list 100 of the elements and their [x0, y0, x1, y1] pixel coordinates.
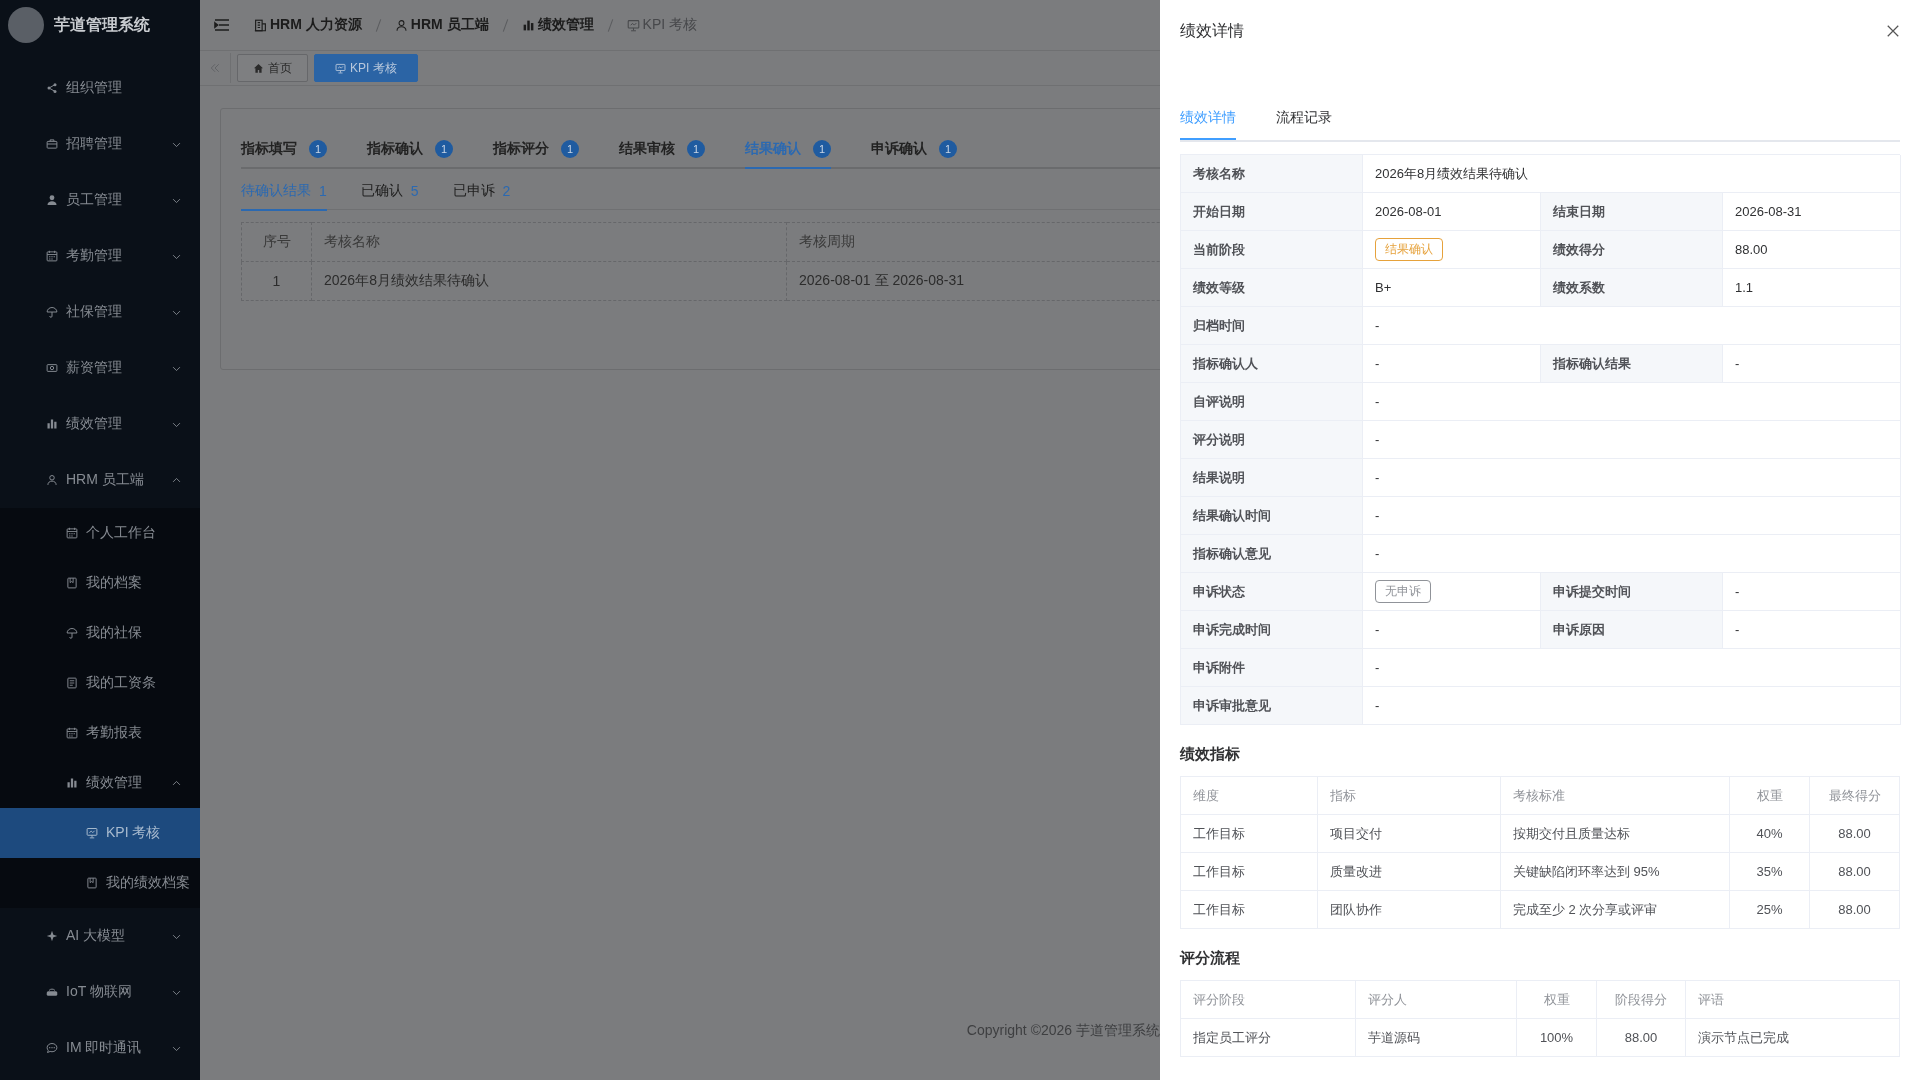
field-value: -: [1723, 611, 1901, 649]
bar-chart-icon: [46, 418, 58, 430]
share-icon: [46, 82, 58, 94]
calendar-icon: [66, 727, 78, 739]
table-cell: 1: [241, 261, 312, 301]
table-cell: 演示节点已完成: [1685, 1018, 1900, 1057]
presentation-icon: [335, 62, 346, 74]
table-cell: 工作目标: [1180, 890, 1318, 929]
column-header: 维度: [1180, 776, 1318, 815]
book-icon: [86, 877, 98, 889]
column-header: 评分人: [1355, 980, 1517, 1019]
menu-item[interactable]: 我的绩效档案: [0, 858, 200, 908]
field-label: 申诉完成时间: [1181, 611, 1363, 649]
menu-item[interactable]: 考勤报表: [0, 708, 200, 758]
menu-icon[interactable]: [214, 17, 230, 33]
count-badge: 1: [435, 140, 453, 158]
stage-tab[interactable]: 结果审核 1: [619, 131, 705, 169]
table-cell: 88.00: [1596, 1018, 1686, 1057]
menu-item[interactable]: IM 即时通讯: [0, 1020, 200, 1076]
column-header: 阶段得分: [1596, 980, 1686, 1019]
user-icon: [394, 18, 408, 32]
presentation-icon: [86, 827, 98, 839]
field-label: 评分说明: [1181, 421, 1363, 459]
menu-item[interactable]: 招聘管理: [0, 116, 200, 172]
field-label: 归档时间: [1181, 307, 1363, 345]
table-cell: 88.00: [1809, 890, 1900, 929]
table-cell: 88.00: [1809, 852, 1900, 891]
status-tab[interactable]: 已确认 5: [360, 173, 419, 211]
field-label: 结果说明: [1181, 459, 1363, 497]
field-value: -: [1363, 497, 1901, 535]
field-label: 指标确认人: [1181, 345, 1363, 383]
menu-item[interactable]: 薪资管理: [0, 340, 200, 396]
table-cell: 40%: [1729, 814, 1810, 853]
column-header: 最终得分: [1809, 776, 1900, 815]
table-cell: 工作目标: [1180, 852, 1318, 891]
presentation-icon: [626, 18, 640, 32]
table-cell: 关键缺陷闭环率达到 95%: [1500, 852, 1730, 891]
briefcase-icon: [46, 138, 58, 150]
field-value: -: [1363, 687, 1901, 725]
page-tab[interactable]: 首页: [237, 54, 308, 82]
stage-tab[interactable]: 申诉确认 1: [871, 131, 957, 169]
stage-tab[interactable]: 指标填写 1: [241, 131, 327, 169]
section-title: 绩效指标: [1180, 745, 1241, 764]
table-cell: 质量改进: [1317, 852, 1501, 891]
chat-icon: [46, 1042, 58, 1054]
building-icon: [254, 18, 267, 32]
close-icon[interactable]: [1886, 24, 1900, 38]
column-header: 考核名称: [311, 222, 787, 262]
column-header: 评分阶段: [1180, 980, 1356, 1019]
column-header: 考核标准: [1500, 776, 1730, 815]
field-value: -: [1363, 459, 1901, 497]
field-label: 当前阶段: [1181, 231, 1363, 269]
field-label: 申诉附件: [1181, 649, 1363, 687]
menu-item[interactable]: 我的工资条: [0, 658, 200, 708]
user-icon: [46, 194, 58, 206]
count-badge: 1: [687, 140, 705, 158]
count-badge: 1: [309, 140, 327, 158]
field-label: 申诉原因: [1541, 611, 1723, 649]
menu-item[interactable]: 员工管理: [0, 172, 200, 228]
table-cell: 完成至少 2 次分享或评审: [1500, 890, 1730, 929]
column-header: 评语: [1685, 980, 1900, 1019]
drawer-tab[interactable]: 流程记录: [1276, 100, 1332, 140]
menu-item[interactable]: 绩效管理: [0, 396, 200, 452]
field-label: 结果确认时间: [1181, 497, 1363, 535]
field-label: 指标确认结果: [1541, 345, 1723, 383]
breadcrumb-link[interactable]: HRM 人力资源: [254, 16, 362, 34]
table-cell: 按期交付且质量达标: [1500, 814, 1730, 853]
menu-item[interactable]: 个人工作台: [0, 508, 200, 558]
logo-icon: [8, 7, 44, 43]
menu-item[interactable]: 考勤管理: [0, 228, 200, 284]
status-tab[interactable]: 已申诉 2: [452, 173, 511, 211]
stage-tab[interactable]: 指标评分 1: [493, 131, 579, 169]
menu-item[interactable]: HRM 员工端: [0, 452, 200, 508]
stage-tab[interactable]: 结果确认 1: [745, 131, 831, 169]
menu-item[interactable]: 社保管理: [0, 284, 200, 340]
field-value: 88.00: [1723, 231, 1901, 269]
breadcrumb-link[interactable]: 绩效管理: [521, 16, 594, 34]
home-icon: [253, 62, 264, 74]
user-icon: [46, 474, 58, 486]
table-cell: 团队协作: [1317, 890, 1501, 929]
menu-item[interactable]: 组织管理: [0, 60, 200, 116]
book-icon: [66, 577, 78, 589]
umbrella-icon: [46, 306, 58, 318]
field-value: -: [1723, 345, 1901, 383]
menu-item[interactable]: 我的社保: [0, 608, 200, 658]
table-cell: 芋道源码: [1355, 1018, 1517, 1057]
column-header: 权重: [1729, 776, 1810, 815]
field-label: 申诉提交时间: [1541, 573, 1723, 611]
calendar-icon: [66, 527, 78, 539]
menu-item[interactable]: KPI 考核: [0, 808, 200, 858]
menu-item[interactable]: 绩效管理: [0, 758, 200, 808]
drawer-tab[interactable]: 绩效详情: [1180, 100, 1236, 140]
menu-item[interactable]: 我的档案: [0, 558, 200, 608]
menu-item[interactable]: IoT 物联网: [0, 964, 200, 1020]
stage-tab[interactable]: 指标确认 1: [367, 131, 453, 169]
umbrella-icon: [66, 627, 78, 639]
breadcrumb-link[interactable]: HRM 员工端: [394, 16, 489, 34]
calendar-icon: [46, 250, 58, 262]
page-tab[interactable]: KPI 考核: [314, 54, 418, 82]
menu-item[interactable]: AI 大模型: [0, 908, 200, 964]
